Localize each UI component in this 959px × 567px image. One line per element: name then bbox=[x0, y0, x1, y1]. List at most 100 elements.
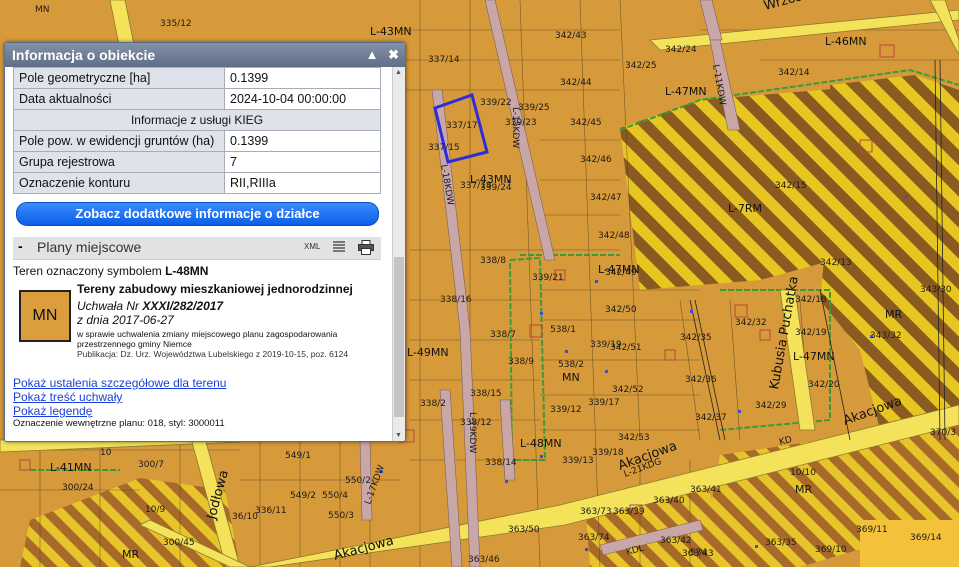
scroll-down-icon[interactable]: ▼ bbox=[395, 432, 402, 439]
zone-label: L-43MN bbox=[370, 25, 412, 38]
table-row: Pole pow. w ewidencji gruntów (ha) 0.139… bbox=[13, 130, 381, 152]
zone-label: MR bbox=[795, 483, 812, 496]
road-label: L-15KDW bbox=[510, 107, 520, 148]
show-legend-link[interactable]: Pokaż legendę bbox=[13, 404, 226, 418]
table-row: Pole geometryczne [ha] 0.1399 bbox=[13, 67, 381, 89]
table-row: Oznaczenie konturu RII,RIIIa bbox=[13, 172, 381, 194]
parcel-label: 339/13 bbox=[562, 456, 594, 466]
panel-body[interactable]: Pole geometryczne [ha] 0.1399 Data aktua… bbox=[5, 67, 405, 441]
parcel-label: 338/15 bbox=[470, 389, 502, 399]
parcel-label: 342/48 bbox=[598, 231, 630, 241]
parcel-label: 339/22 bbox=[480, 98, 512, 108]
parcel-label: 369/10 bbox=[815, 545, 847, 555]
parcel-label: 300/45 bbox=[163, 538, 195, 548]
attr-value: 0.1399 bbox=[224, 67, 381, 89]
attr-value: 7 bbox=[224, 151, 381, 173]
show-resolution-text-link[interactable]: Pokaż treść uchwały bbox=[13, 390, 226, 404]
parcel-label: 363/73 bbox=[580, 507, 612, 517]
parcel-label: 339/25 bbox=[518, 103, 550, 113]
zone-label: L-41MN bbox=[50, 461, 92, 474]
table-row: Grupa rejestrowa 7 bbox=[13, 151, 381, 173]
parcel-label: 538/1 bbox=[550, 325, 576, 335]
parcel-label: 342/14 bbox=[778, 68, 810, 78]
parcel-label: 369/11 bbox=[856, 525, 888, 535]
table-row: Informacje z usługi KIEG bbox=[13, 109, 381, 131]
parcel-label: 338/16 bbox=[440, 295, 472, 305]
parcel-label: 342/47 bbox=[590, 193, 622, 203]
triangle-up-icon[interactable]: ▲ bbox=[366, 47, 379, 62]
parcel-label: 343/30 bbox=[920, 285, 952, 295]
resolution-subject: w sprawie uchwalenia zmiany miejscowego … bbox=[77, 329, 338, 349]
attr-key: Pole pow. w ewidencji gruntów (ha) bbox=[13, 130, 225, 152]
parcel-label: 342/25 bbox=[625, 61, 657, 71]
publication-info: Publikacja: Dz. Urz. Województwa Lubelsk… bbox=[77, 349, 349, 359]
parcel-label: 574 bbox=[690, 548, 707, 558]
list-icon[interactable] bbox=[333, 240, 345, 254]
plan-links: Pokaż ustalenia szczegółowe dla terenu P… bbox=[13, 376, 226, 418]
panel-titlebar[interactable]: Informacja o obiekcie ▲ ✖ bbox=[5, 43, 405, 67]
attr-key: Data aktualności bbox=[13, 88, 225, 110]
zone-label: L-46MN bbox=[825, 35, 867, 48]
parcel-label: 335/12 bbox=[160, 19, 192, 29]
parcel-label: 342/46 bbox=[580, 155, 612, 165]
xml-export-button[interactable]: XML bbox=[304, 242, 320, 251]
parcel-label: 342/24 bbox=[665, 45, 697, 55]
printer-icon[interactable] bbox=[358, 240, 374, 255]
table-row: Data aktualności 2024-10-04 00:00:00 bbox=[13, 88, 381, 110]
attr-value: RII,RIIIa bbox=[224, 172, 381, 194]
resolution-prefix: Uchwała Nr bbox=[77, 299, 140, 313]
parcel-label: 342/18 bbox=[795, 295, 827, 305]
parcel-label: 538/2 bbox=[558, 360, 584, 370]
parcel-label: 10 bbox=[100, 448, 112, 458]
resolution-line: Uchwała Nr XXXI/282/2017 bbox=[77, 299, 383, 313]
parcel-label: 363/42 bbox=[660, 536, 692, 546]
show-detailed-settings-link[interactable]: Pokaż ustalenia szczegółowe dla terenu bbox=[13, 376, 226, 390]
more-parcel-info-button[interactable]: Zobacz dodatkowe informacje o działce bbox=[16, 202, 379, 226]
parcel-label: 363/50 bbox=[508, 525, 540, 535]
parcel-label: 363/39 bbox=[613, 507, 645, 517]
parcel-label: 342/44 bbox=[560, 78, 592, 88]
parcel-label: 370/3 bbox=[930, 428, 956, 438]
panel-scrollbar[interactable]: ▲ ▼ bbox=[392, 67, 405, 441]
panel-title: Informacja o obiekcie bbox=[12, 47, 156, 63]
parcel-label: 342/35 bbox=[680, 333, 712, 343]
parcel-label: 363/74 bbox=[578, 533, 610, 543]
local-plans-title: Plany miejscowe bbox=[37, 239, 142, 255]
parcel-label: 369/14 bbox=[910, 533, 942, 543]
parcel-label: 10/10 bbox=[790, 468, 816, 478]
parcel-label: 342/53 bbox=[618, 433, 650, 443]
parcel-label: MN bbox=[35, 5, 50, 15]
parcel-label: 363/46 bbox=[468, 555, 500, 565]
kieg-section-header: Informacje z usługi KIEG bbox=[13, 109, 381, 131]
scrollbar-thumb[interactable] bbox=[394, 257, 404, 417]
parcel-label: 338/9 bbox=[508, 357, 534, 367]
close-icon[interactable]: ✖ bbox=[388, 47, 399, 62]
parcel-label: 342/37 bbox=[695, 413, 727, 423]
zone-label: MR bbox=[885, 308, 902, 321]
zone-symbol-box: MN bbox=[19, 290, 71, 342]
parcel-label: 342/29 bbox=[755, 401, 787, 411]
parcel-label: 342/50 bbox=[605, 305, 637, 315]
parcel-label: 342/45 bbox=[570, 118, 602, 128]
parcel-label: 342/15 bbox=[775, 181, 807, 191]
parcel-label: 550/3 bbox=[328, 511, 354, 521]
internal-plan-designation: Oznaczenie wewnętrzne planu: 018, styl: … bbox=[13, 418, 225, 429]
parcel-label: 338/7 bbox=[490, 330, 516, 340]
terrain-prefix: Teren oznaczony symbolem bbox=[13, 264, 162, 278]
parcel-label: 550/4 bbox=[322, 491, 348, 501]
zone-label: L-47MN bbox=[665, 85, 707, 98]
plan-description: Tereny zabudowy mieszkaniowej jednorodzi… bbox=[77, 282, 383, 359]
resolution-number: XXXI/282/2017 bbox=[142, 299, 224, 313]
zone-label: L-49MN bbox=[407, 346, 449, 359]
parcel-label: 337/17 bbox=[446, 121, 478, 131]
local-plans-header[interactable]: - Plany miejscowe XML bbox=[13, 237, 381, 260]
collapse-plans-toggle[interactable]: - bbox=[18, 238, 23, 254]
attr-key: Pole geometryczne [ha] bbox=[13, 67, 225, 89]
parcel-label: 300/7 bbox=[138, 460, 164, 470]
parcel-label: 549/2 bbox=[290, 491, 316, 501]
scroll-up-icon[interactable]: ▲ bbox=[395, 69, 402, 76]
parcel-label: 339/21 bbox=[532, 273, 564, 283]
parcel-label: 363/41 bbox=[690, 485, 722, 495]
zone-name: Tereny zabudowy mieszkaniowej jednorodzi… bbox=[77, 282, 353, 296]
object-info-panel[interactable]: Informacja o obiekcie ▲ ✖ Pole geometryc… bbox=[4, 42, 406, 442]
